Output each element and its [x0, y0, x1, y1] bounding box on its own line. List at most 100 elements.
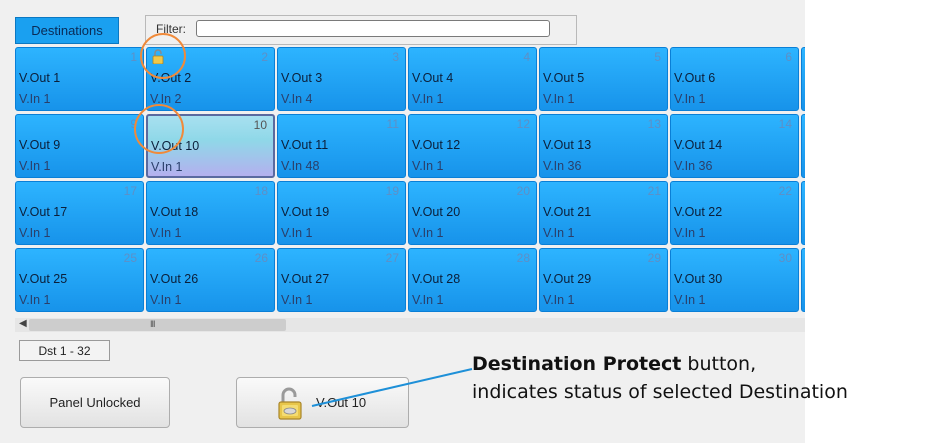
source-name: V.In 4	[281, 92, 313, 106]
destination-cell[interactable]: 14 V.Out 14 V.In 36	[670, 114, 799, 178]
source-name: V.In 1	[150, 226, 182, 240]
destination-name: V.Out 29	[543, 272, 592, 286]
destination-cell[interactable]: 13 V.Out 13 V.In 36	[539, 114, 668, 178]
destination-range-label[interactable]: Dst 1 - 32	[19, 340, 110, 361]
source-name: V.In 1	[674, 226, 706, 240]
destination-number: 30	[778, 251, 792, 265]
destination-name: V.Out 25	[19, 272, 68, 286]
destination-cell-partial[interactable]	[801, 47, 805, 111]
destination-name: V.Out 9	[19, 138, 61, 152]
source-name: V.In 1	[543, 293, 575, 307]
destination-number: 20	[516, 184, 530, 198]
destination-name: V.Out 12	[412, 138, 461, 152]
callout-line2: indicates status of selected Destination	[472, 381, 848, 403]
destination-number: 25	[123, 251, 137, 265]
destination-cell[interactable]: 27 V.Out 27 V.In 1	[277, 248, 406, 312]
destination-name: V.Out 11	[281, 138, 329, 152]
destination-number: 14	[778, 117, 792, 131]
destination-number: 26	[254, 251, 268, 265]
source-name: V.In 1	[543, 226, 575, 240]
destination-number: 6	[785, 50, 792, 64]
destination-name: V.Out 14	[674, 138, 723, 152]
destination-number: 1	[130, 50, 137, 64]
destination-name: V.Out 22	[674, 205, 723, 219]
destination-cell[interactable]: 9 V.Out 9 V.In 1	[15, 114, 144, 178]
source-name: V.In 1	[150, 293, 182, 307]
source-name: V.In 1	[412, 293, 444, 307]
destination-cell[interactable]: 29 V.Out 29 V.In 1	[539, 248, 668, 312]
panel-lock-button[interactable]: Panel Unlocked	[20, 377, 170, 428]
highlight-circle-selected	[134, 104, 184, 154]
destination-number: 12	[516, 117, 530, 131]
destination-cell[interactable]: 26 V.Out 26 V.In 1	[146, 248, 275, 312]
destination-cell[interactable]: 22 V.Out 22 V.In 1	[670, 181, 799, 245]
callout-annotation: Destination Protect button, indicates st…	[472, 350, 848, 406]
scroll-thumb[interactable]: III	[29, 319, 286, 331]
callout-bold: Destination Protect	[472, 353, 682, 375]
source-name: V.In 1	[281, 293, 313, 307]
destination-cell[interactable]: 20 V.Out 20 V.In 1	[408, 181, 537, 245]
source-name: V.In 1	[412, 159, 444, 173]
destination-cell-partial[interactable]	[801, 181, 805, 245]
destination-cell[interactable]: 3 V.Out 3 V.In 4	[277, 47, 406, 111]
source-name: V.In 1	[151, 160, 183, 174]
destination-number: 5	[654, 50, 661, 64]
source-name: V.In 48	[281, 159, 320, 173]
destination-number: 4	[523, 50, 530, 64]
source-name: V.In 1	[412, 92, 444, 106]
destination-cell[interactable]: 1 V.Out 1 V.In 1	[15, 47, 144, 111]
destination-name: V.Out 20	[412, 205, 461, 219]
callout-line1: Destination Protect button,	[472, 350, 848, 378]
scroll-left-arrow-icon[interactable]: ◀	[19, 318, 27, 329]
destination-cell[interactable]: 18 V.Out 18 V.In 1	[146, 181, 275, 245]
destination-name: V.Out 5	[543, 71, 585, 85]
destination-number: 22	[778, 184, 792, 198]
destination-cell[interactable]: 5 V.Out 5 V.In 1	[539, 47, 668, 111]
destination-cell[interactable]: 4 V.Out 4 V.In 1	[408, 47, 537, 111]
source-name: V.In 1	[412, 226, 444, 240]
destination-cell[interactable]: 19 V.Out 19 V.In 1	[277, 181, 406, 245]
destination-cell-partial[interactable]	[801, 248, 805, 312]
tab-destinations[interactable]: Destinations	[15, 17, 119, 44]
filter-input[interactable]	[196, 20, 550, 37]
protect-button-label: V.Out 10	[316, 395, 367, 410]
destination-name: V.Out 3	[281, 71, 323, 85]
destination-name: V.Out 19	[281, 205, 330, 219]
destination-number: 2	[261, 50, 268, 64]
destination-name: V.Out 28	[412, 272, 461, 286]
padlock-open-icon	[278, 387, 302, 420]
destination-number: 21	[647, 184, 661, 198]
highlight-circle-lock	[140, 33, 186, 79]
destination-protect-button[interactable]: V.Out 10	[236, 377, 409, 428]
horizontal-scrollbar[interactable]: ◀ III	[15, 318, 805, 332]
callout-rest: button,	[681, 353, 757, 375]
destination-cell[interactable]: 21 V.Out 21 V.In 1	[539, 181, 668, 245]
source-name: V.In 1	[543, 92, 575, 106]
source-name: V.In 36	[543, 159, 582, 173]
destination-number: 17	[123, 184, 137, 198]
source-name: V.In 1	[19, 92, 51, 106]
source-name: V.In 36	[674, 159, 713, 173]
destination-name: V.Out 1	[19, 71, 61, 85]
destination-number: 29	[647, 251, 661, 265]
destination-cell[interactable]: 11 V.Out 11 V.In 48	[277, 114, 406, 178]
destination-name: V.Out 6	[674, 71, 716, 85]
filter-group: Filter:	[145, 15, 577, 45]
source-name: V.In 1	[674, 92, 706, 106]
destination-name: V.Out 27	[281, 272, 330, 286]
destination-grid: 1 V.Out 1 V.In 1 2 V.Out 2 V.In 2 3 V.Out 3 V.In…	[15, 47, 805, 316]
destination-cell-partial[interactable]	[801, 114, 805, 178]
destination-number: 27	[385, 251, 399, 265]
source-name: V.In 1	[19, 226, 51, 240]
destination-cell[interactable]: 30 V.Out 30 V.In 1	[670, 248, 799, 312]
destination-number: 19	[385, 184, 399, 198]
destination-cell[interactable]: 17 V.Out 17 V.In 1	[15, 181, 144, 245]
source-name: V.In 1	[674, 293, 706, 307]
destination-name: V.Out 30	[674, 272, 723, 286]
destination-cell[interactable]: 12 V.Out 12 V.In 1	[408, 114, 537, 178]
destination-number: 18	[254, 184, 268, 198]
destination-cell[interactable]: 28 V.Out 28 V.In 1	[408, 248, 537, 312]
destination-cell[interactable]: 25 V.Out 25 V.In 1	[15, 248, 144, 312]
destination-cell[interactable]: 6 V.Out 6 V.In 1	[670, 47, 799, 111]
destination-number: 3	[392, 50, 399, 64]
